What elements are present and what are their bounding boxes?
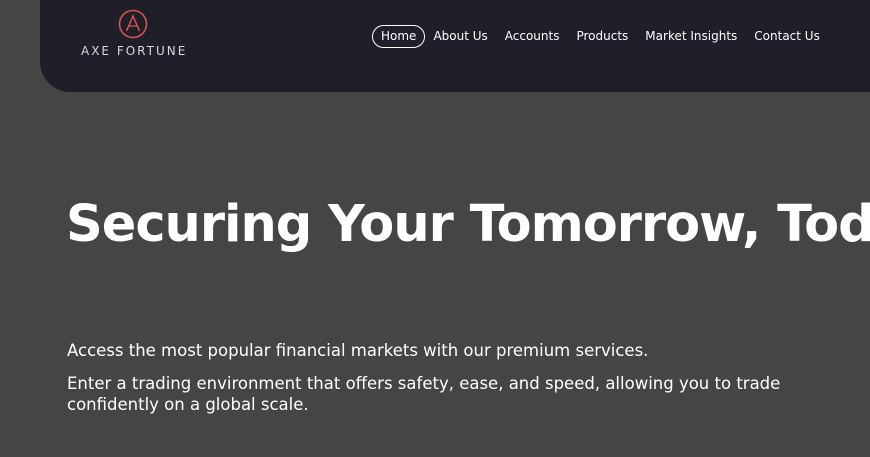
nav-item-home[interactable]: Home — [372, 25, 426, 48]
nav-item-contact-us[interactable]: Contact Us — [754, 24, 820, 49]
nav-item-market-insights[interactable]: Market Insights — [645, 24, 737, 49]
hero-description-line-2: confidently on a global scale. — [67, 395, 309, 414]
nav-item-products[interactable]: Products — [576, 24, 628, 49]
hero-subtitle: Access the most popular financial market… — [67, 341, 649, 360]
brand-logo[interactable]: AXE FORTUNE — [81, 9, 186, 59]
nav-item-accounts[interactable]: Accounts — [505, 24, 560, 49]
main-nav: Home About Us Accounts Products Market I… — [372, 24, 820, 49]
hero-title: Securing Your Tomorrow, Today — [66, 195, 870, 254]
nav-item-about-us[interactable]: About Us — [433, 24, 487, 49]
hero-description-line-1: Enter a trading environment that offers … — [67, 374, 781, 393]
hero-description: Enter a trading environment that offers … — [67, 373, 780, 415]
page: AXE FORTUNE Home About Us Accounts Produ… — [0, 0, 870, 457]
brand-name: AXE FORTUNE — [81, 44, 188, 58]
site-header: AXE FORTUNE Home About Us Accounts Produ… — [40, 0, 870, 92]
letter-a-circle-icon — [118, 9, 148, 39]
